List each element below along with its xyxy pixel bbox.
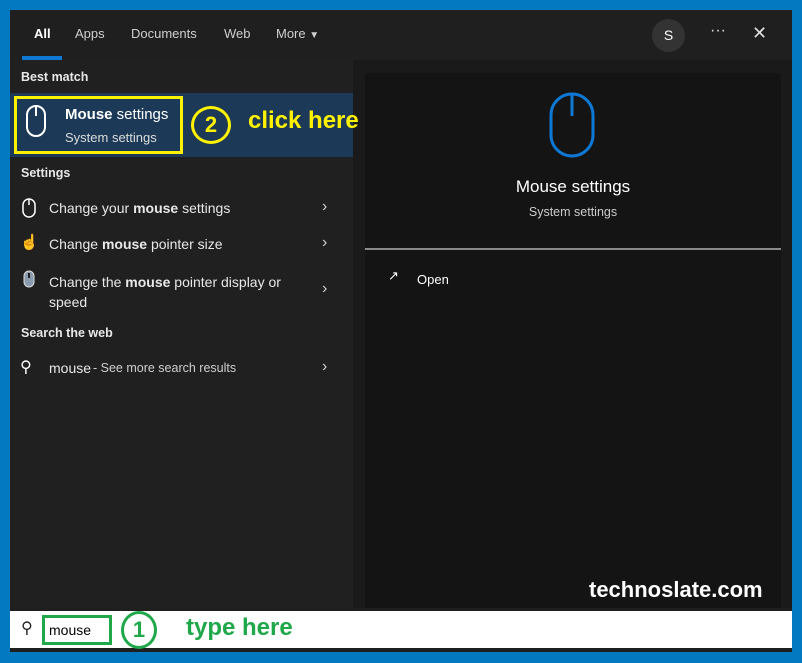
tab-all[interactable]: All xyxy=(34,26,51,41)
step-2-label: click here xyxy=(248,107,359,134)
step-1-marker: 1 xyxy=(121,611,157,649)
taskbar-edge xyxy=(10,648,792,652)
tab-documents[interactable]: Documents xyxy=(131,26,197,41)
chevron-right-icon: › xyxy=(322,198,328,215)
step-2-marker: 2 xyxy=(191,106,231,144)
mouse-large-icon xyxy=(549,92,595,158)
step-1-label: type here xyxy=(186,614,293,641)
preview-title: Mouse settings xyxy=(515,177,631,196)
web-query: mouse xyxy=(49,360,92,376)
mouse-icon xyxy=(26,105,46,137)
hand-pointer-icon: ☝ xyxy=(20,234,39,251)
settings-item-label: Change the mouse pointer display or spee… xyxy=(49,274,281,310)
settings-item-label: Change mouse pointer size xyxy=(49,236,223,252)
best-match-heading: Best match xyxy=(21,70,89,84)
best-match-title: Mouse settings xyxy=(65,106,169,123)
mouse-device-icon xyxy=(23,270,35,288)
mouse-icon xyxy=(22,198,36,218)
search-icon: ⚲ xyxy=(21,620,33,637)
close-button[interactable]: ✕ xyxy=(752,23,767,44)
chevron-right-icon: › xyxy=(322,280,328,297)
tab-web[interactable]: Web xyxy=(224,26,251,41)
open-label: Open xyxy=(417,272,449,287)
tab-more[interactable]: More ▼ xyxy=(276,26,319,41)
open-icon: ↗ xyxy=(388,268,399,283)
search-input[interactable]: mouse xyxy=(42,615,112,645)
settings-item-label: Change your mouse settings xyxy=(49,200,231,216)
divider xyxy=(365,248,781,250)
best-match-subtitle: System settings xyxy=(65,130,157,145)
chevron-right-icon: › xyxy=(322,358,328,375)
watermark: technoslate.com xyxy=(589,577,763,602)
caret-down-icon: ▼ xyxy=(309,30,320,41)
search-icon: ⚲ xyxy=(20,359,32,376)
search-web-heading: Search the web xyxy=(21,326,113,340)
tab-apps[interactable]: Apps xyxy=(75,26,105,41)
tab-more-label: More xyxy=(276,26,306,41)
chevron-right-icon: › xyxy=(322,234,328,251)
more-options-button[interactable]: ··· xyxy=(710,22,726,40)
preview-subtitle: System settings xyxy=(528,205,618,219)
web-suffix: - See more search results xyxy=(93,361,237,375)
settings-heading: Settings xyxy=(21,166,71,180)
avatar[interactable]: S xyxy=(652,19,685,52)
